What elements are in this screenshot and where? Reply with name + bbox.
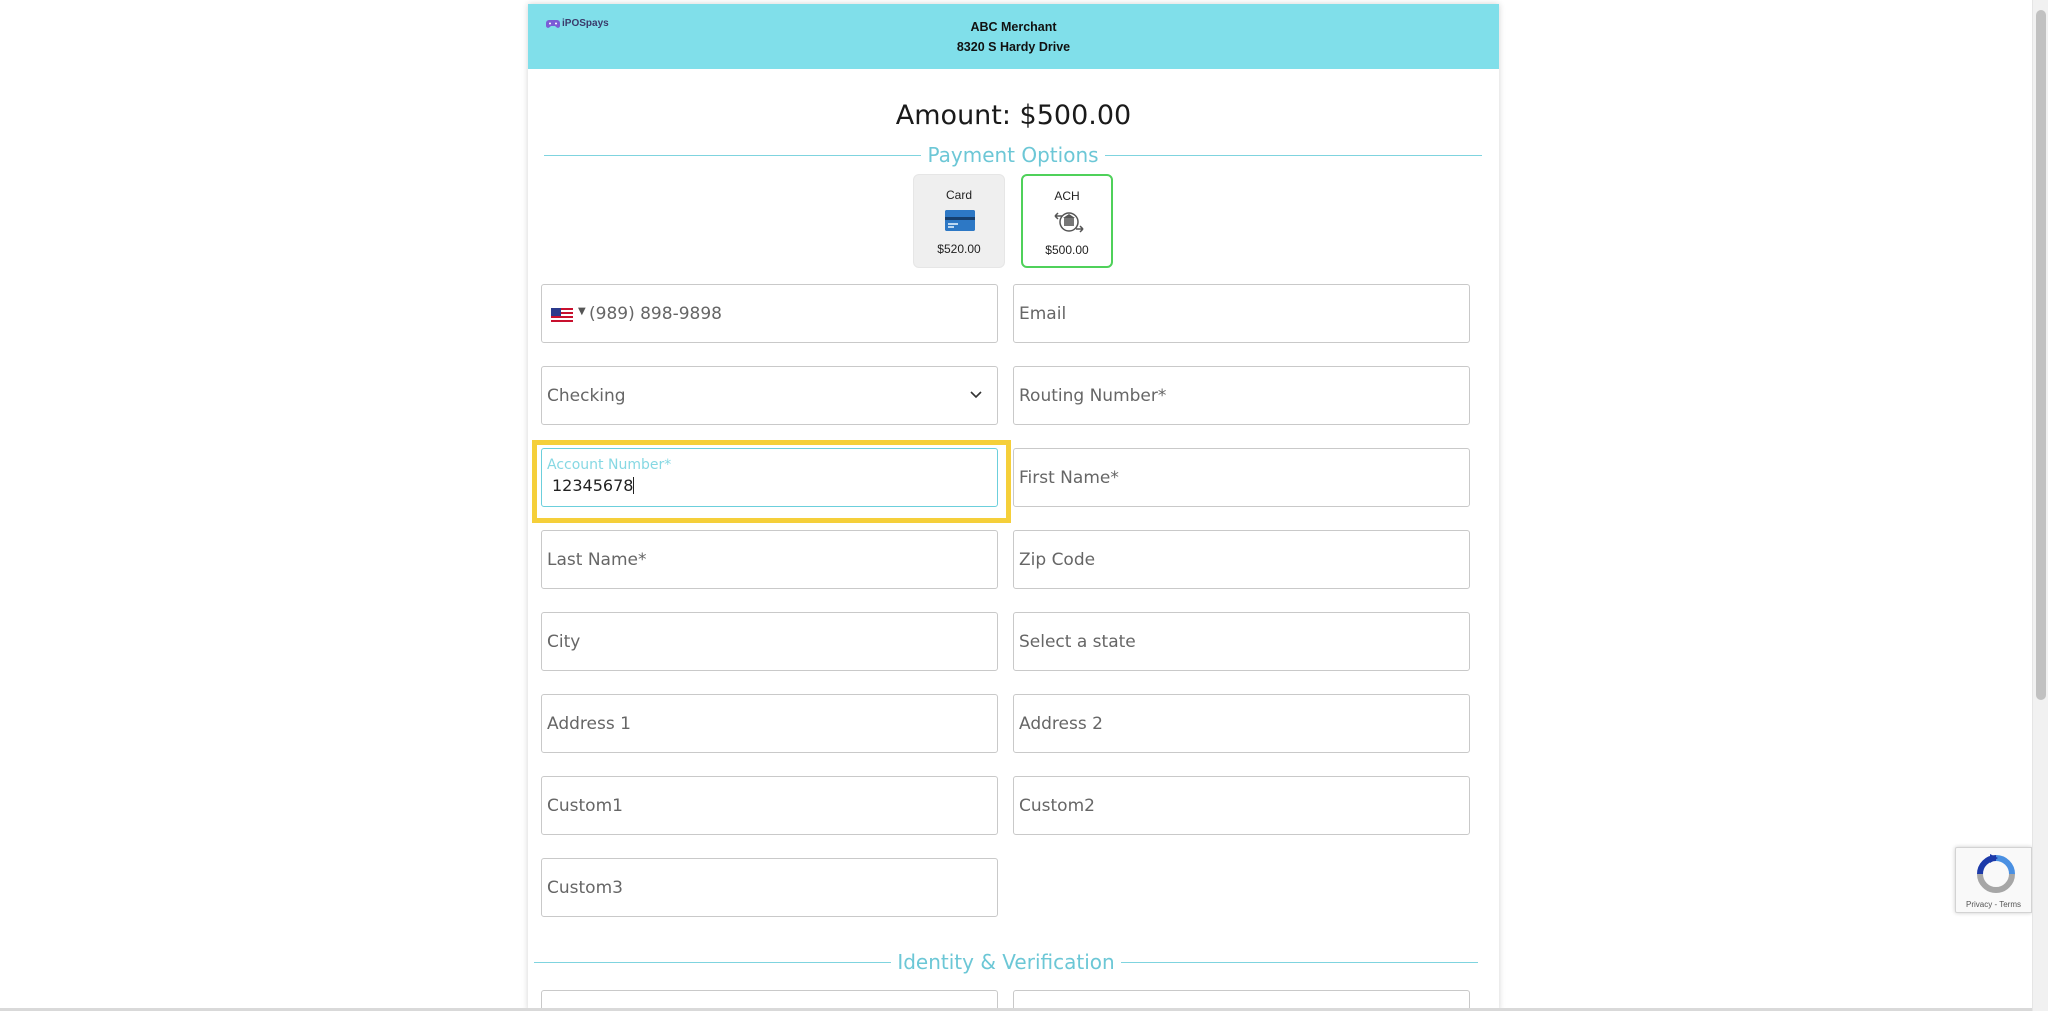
option-label: ACH xyxy=(1054,189,1080,203)
option-price: $520.00 xyxy=(937,242,981,256)
option-label: Card xyxy=(945,188,972,202)
custom3-input[interactable]: Custom3 xyxy=(541,858,998,917)
address1-placeholder: Address 1 xyxy=(547,714,631,734)
merchant-info: ABC Merchant 8320 S Hardy Drive xyxy=(528,17,1499,57)
email-input[interactable]: Email xyxy=(1013,284,1470,343)
recaptcha-links[interactable]: Privacy - Terms xyxy=(1956,900,2031,909)
payment-option-card[interactable]: Card $520.00 xyxy=(913,174,1005,268)
routing-number-input[interactable]: Routing Number* xyxy=(1013,366,1470,425)
recaptcha-icon xyxy=(1977,854,2015,893)
credit-card-icon xyxy=(945,210,975,231)
first-name-placeholder: First Name* xyxy=(1019,468,1119,488)
address2-placeholder: Address 2 xyxy=(1019,714,1103,734)
custom3-placeholder: Custom3 xyxy=(547,878,623,898)
account-number-value-wrap: 12345678 xyxy=(552,476,635,495)
merchant-address: 8320 S Hardy Drive xyxy=(956,40,1071,54)
custom2-input[interactable]: Custom2 xyxy=(1013,776,1470,835)
payment-option-ach[interactable]: ACH $500.00 xyxy=(1021,174,1113,268)
divider-right xyxy=(1104,154,1482,156)
address1-input[interactable]: Address 1 xyxy=(541,694,998,753)
phone-placeholder: (989) 898-9898 xyxy=(589,304,722,324)
text-cursor xyxy=(633,477,635,494)
state-select[interactable]: Select a state xyxy=(1013,612,1470,671)
merchant-header: iPOSpays ABC Merchant 8320 S Hardy Drive xyxy=(528,4,1499,69)
scrollbar-thumb[interactable] xyxy=(2036,10,2046,700)
email-placeholder: Email xyxy=(1019,304,1067,324)
city-placeholder: City xyxy=(547,632,581,652)
chevron-down-icon xyxy=(970,391,982,399)
routing-number-placeholder: Routing Number* xyxy=(1019,386,1167,406)
payment-options-heading: Payment Options xyxy=(544,141,1482,169)
last-name-placeholder: Last Name* xyxy=(547,550,647,570)
divider-left xyxy=(534,961,892,963)
account-number-input[interactable]: Account Number* 12345678 xyxy=(541,448,998,507)
city-input[interactable]: City xyxy=(541,612,998,671)
bank-transfer-icon xyxy=(1054,212,1084,233)
custom2-placeholder: Custom2 xyxy=(1019,796,1095,816)
country-dropdown-caret-icon[interactable]: ▼ xyxy=(578,306,586,317)
zip-code-input[interactable]: Zip Code xyxy=(1013,530,1470,589)
amount-title: Amount: $500.00 xyxy=(895,100,1132,131)
payment-options-title: Payment Options xyxy=(927,143,1099,167)
account-number-value: 12345678 xyxy=(552,476,634,495)
divider-right xyxy=(1120,961,1478,963)
identity-verification-title: Identity & Verification xyxy=(897,950,1115,974)
recaptcha-badge[interactable]: Privacy - Terms xyxy=(1955,847,2032,913)
merchant-name: ABC Merchant xyxy=(970,20,1057,34)
page-scrollbar[interactable] xyxy=(2032,0,2048,1011)
custom1-placeholder: Custom1 xyxy=(547,796,623,816)
state-placeholder: Select a state xyxy=(1019,632,1136,652)
account-type-value: Checking xyxy=(547,386,626,406)
phone-input[interactable]: ▼ (989) 898-9898 xyxy=(541,284,998,343)
account-number-label: Account Number* xyxy=(547,457,672,473)
divider-left xyxy=(544,154,922,156)
account-type-select[interactable]: Checking xyxy=(541,366,998,425)
identity-verification-heading: Identity & Verification xyxy=(534,948,1478,976)
first-name-input[interactable]: First Name* xyxy=(1013,448,1470,507)
us-flag-icon[interactable] xyxy=(551,308,573,322)
last-name-input[interactable]: Last Name* xyxy=(541,530,998,589)
option-price: $500.00 xyxy=(1045,243,1089,257)
custom1-input[interactable]: Custom1 xyxy=(541,776,998,835)
zip-code-placeholder: Zip Code xyxy=(1019,550,1096,570)
payment-form-container: iPOSpays ABC Merchant 8320 S Hardy Drive… xyxy=(528,4,1499,1011)
address2-input[interactable]: Address 2 xyxy=(1013,694,1470,753)
